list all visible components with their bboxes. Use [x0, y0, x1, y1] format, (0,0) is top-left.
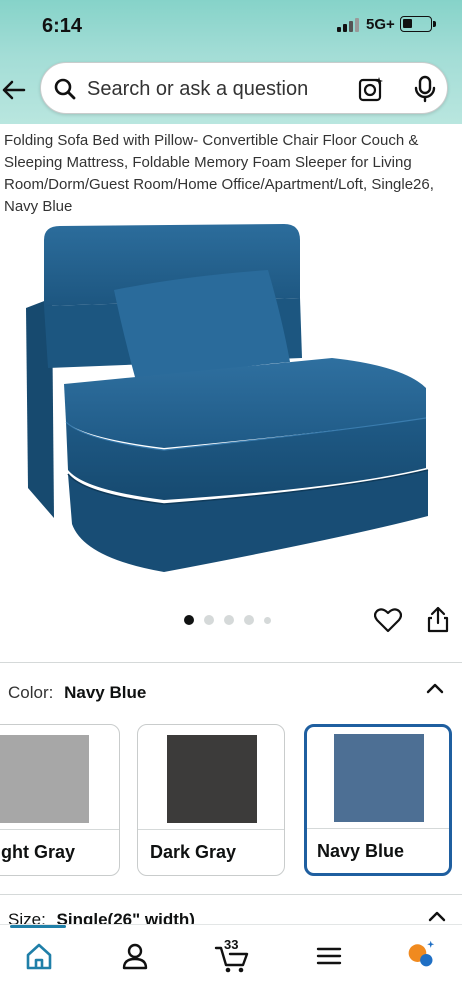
account-icon[interactable]: [120, 941, 150, 971]
home-icon[interactable]: [24, 941, 54, 971]
back-arrow-icon[interactable]: [0, 76, 28, 104]
chevron-up-icon[interactable]: [426, 682, 444, 694]
camera-search-icon[interactable]: [357, 75, 385, 103]
product-title[interactable]: Folding Sofa Bed with Pillow- Convertibl…: [4, 130, 456, 218]
microphone-icon[interactable]: [413, 75, 437, 103]
share-icon[interactable]: [426, 605, 450, 633]
chevron-up-icon[interactable]: [428, 910, 446, 922]
pager-dot[interactable]: [204, 615, 214, 625]
color-option-label: Dark Gray: [150, 842, 237, 862]
color-label: Color:: [8, 683, 54, 702]
color-option-label: ght Gray: [1, 842, 76, 862]
size-label: Size:: [8, 910, 46, 924]
divider: [0, 894, 462, 895]
pager-dot[interactable]: [184, 615, 194, 625]
image-pager[interactable]: [184, 615, 284, 627]
heart-icon[interactable]: [374, 607, 402, 633]
size-selector-header[interactable]: Size: Single(26" width): [8, 910, 195, 924]
pager-dot[interactable]: [244, 615, 254, 625]
color-swatch-image: [167, 735, 257, 823]
search-input[interactable]: Search or ask a question: [87, 78, 308, 101]
search-bar[interactable]: Search or ask a question: [40, 62, 448, 114]
search-icon: [54, 78, 76, 100]
status-time: 6:14: [42, 15, 83, 37]
color-option-dark-gray[interactable]: Dark Gray: [137, 724, 285, 876]
color-swatch-image: [334, 734, 424, 822]
battery-icon: [400, 16, 436, 32]
active-tab-indicator: [10, 925, 66, 928]
divider: [0, 662, 462, 663]
bottom-nav: 33: [0, 924, 462, 1000]
selected-color-value: Navy Blue: [64, 683, 147, 702]
status-bar: 6:14 5G+: [0, 0, 462, 52]
signal-icon: [337, 18, 361, 32]
color-swatch-image: [0, 735, 89, 823]
color-option-label: Navy Blue: [317, 841, 405, 861]
color-option-light-gray[interactable]: ght Gray: [0, 724, 120, 876]
cart-icon[interactable]: [214, 943, 250, 973]
menu-icon[interactable]: [314, 941, 344, 971]
color-option-navy-blue[interactable]: Navy Blue: [304, 724, 452, 876]
pager-dot[interactable]: [264, 617, 271, 624]
selected-size-value: Single(26" width): [56, 910, 195, 924]
rufus-icon[interactable]: [404, 939, 438, 969]
pager-dot[interactable]: [224, 615, 234, 625]
product-image[interactable]: [14, 218, 434, 580]
network-label: 5G+: [366, 16, 395, 33]
color-selector-header[interactable]: Color: Navy Blue: [8, 683, 146, 703]
